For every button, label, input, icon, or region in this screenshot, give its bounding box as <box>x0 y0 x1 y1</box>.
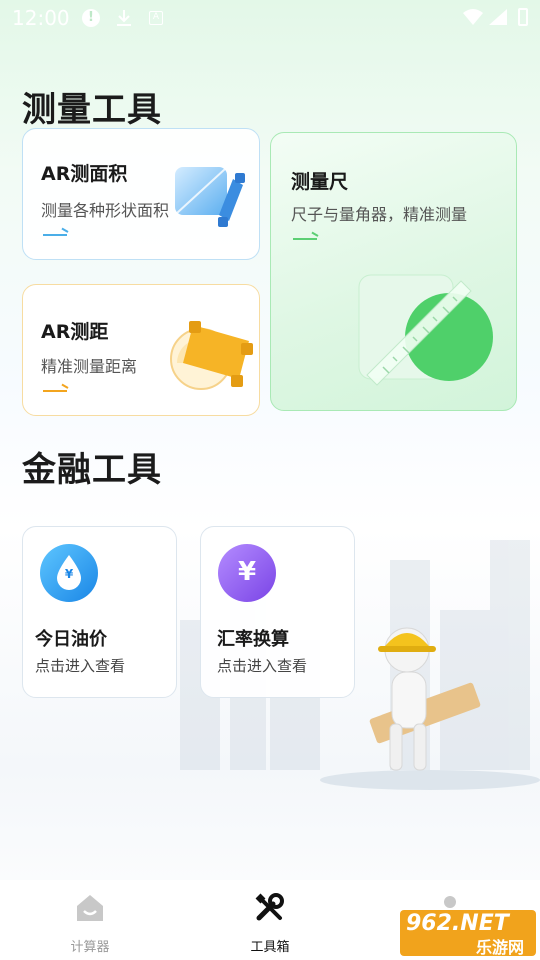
home-icon <box>77 895 103 921</box>
nav-label-calculator: 计算器 <box>70 940 110 955</box>
ruler-title: 测量尺 <box>291 171 349 193</box>
notification-alert-icon: ! <box>82 9 100 27</box>
exchange-title: 汇率换算 <box>217 629 289 650</box>
arrow-right-icon <box>43 385 69 395</box>
nav-item-calculator[interactable]: 计算器 <box>0 880 180 960</box>
ruler-subtitle: 尺子与量角器，精准测量 <box>291 205 468 224</box>
finance-tools-heading: 金融工具 <box>22 450 162 490</box>
tools-icon <box>255 893 284 921</box>
oil-price-card[interactable]: ¥ 今日油价 点击进入查看 <box>22 526 177 698</box>
cellular-signal-icon <box>489 9 507 25</box>
ar-area-title: AR测面积 <box>41 163 128 185</box>
watermark-text-bottom: 乐游网 <box>476 938 525 957</box>
app-notification-icon: A <box>149 11 163 25</box>
protractor-icon <box>170 321 253 390</box>
ruler-card[interactable]: 测量尺 尺子与量角器，精准测量 <box>270 132 517 411</box>
exchange-yen-glyph: ¥ <box>237 557 257 587</box>
oil-yen-glyph: ¥ <box>64 567 74 581</box>
profile-icon <box>444 896 456 908</box>
nav-label-toolbox: 工具箱 <box>250 940 290 955</box>
ar-area-card[interactable]: AR测面积 测量各种形状面积 <box>22 128 260 260</box>
ruler-icon <box>358 274 493 386</box>
ar-distance-subtitle: 精准测量距离 <box>41 357 138 376</box>
oil-price-title: 今日油价 <box>35 629 107 650</box>
download-icon <box>117 10 131 26</box>
watermark-text-top: 962.NET <box>406 911 509 936</box>
watermark-logo: 962.NET 乐游网 <box>400 910 536 957</box>
wifi-icon <box>463 9 483 25</box>
exchange-subtitle: 点击进入查看 <box>217 657 308 675</box>
arrow-right-icon <box>293 233 319 243</box>
ar-distance-title: AR测距 <box>41 321 109 343</box>
oil-price-subtitle: 点击进入查看 <box>35 657 126 675</box>
ar-area-icon <box>175 167 245 227</box>
measure-tools-heading: 测量工具 <box>22 90 162 130</box>
battery-icon <box>518 8 528 26</box>
status-bar: 12:00 ! A <box>0 0 540 38</box>
exchange-card[interactable]: ¥ 汇率换算 点击进入查看 <box>200 526 355 698</box>
ar-area-subtitle: 测量各种形状面积 <box>41 201 170 220</box>
status-time: 12:00 <box>12 6 70 30</box>
ar-distance-card[interactable]: AR测距 精准测量距离 <box>22 284 260 416</box>
arrow-right-icon <box>43 229 69 239</box>
nav-item-toolbox[interactable]: 工具箱 <box>180 880 360 960</box>
